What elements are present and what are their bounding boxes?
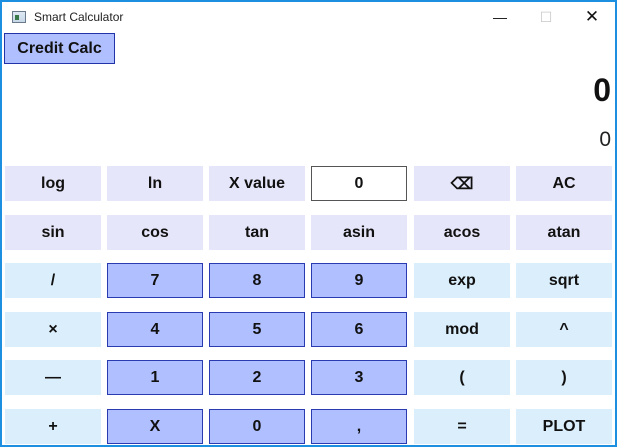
divide-button[interactable]: / <box>5 263 101 298</box>
window-title: Smart Calculator <box>34 10 124 24</box>
calculator-window: Smart Calculator — ☐ ✕ Credit Calc 0 0 l… <box>0 0 617 447</box>
digit-5-button[interactable]: 5 <box>209 312 305 347</box>
plot-button[interactable]: PLOT <box>516 409 612 444</box>
atan-button[interactable]: atan <box>516 215 612 250</box>
digit-9-button[interactable]: 9 <box>311 263 407 298</box>
exp-button[interactable]: exp <box>414 263 510 298</box>
x-value-input[interactable]: 0 <box>311 166 407 201</box>
power-button[interactable]: ^ <box>516 312 612 347</box>
cos-button[interactable]: cos <box>107 215 203 250</box>
sqrt-button[interactable]: sqrt <box>516 263 612 298</box>
digit-7-button[interactable]: 7 <box>107 263 203 298</box>
digit-1-button[interactable]: 1 <box>107 360 203 395</box>
digit-6-button[interactable]: 6 <box>311 312 407 347</box>
digit-0-button[interactable]: 0 <box>209 409 305 444</box>
app-icon <box>12 11 26 23</box>
main-display: 0 <box>593 72 611 108</box>
x-variable-button[interactable]: X <box>107 409 203 444</box>
asin-button[interactable]: asin <box>311 215 407 250</box>
title-bar[interactable]: Smart Calculator — ☐ ✕ <box>2 2 615 32</box>
digit-4-button[interactable]: 4 <box>107 312 203 347</box>
sin-button[interactable]: sin <box>5 215 101 250</box>
x-value-button[interactable]: X value <box>209 166 305 201</box>
acos-button[interactable]: acos <box>414 215 510 250</box>
digit-2-button[interactable]: 2 <box>209 360 305 395</box>
digit-8-button[interactable]: 8 <box>209 263 305 298</box>
digit-3-button[interactable]: 3 <box>311 360 407 395</box>
secondary-display: 0 <box>599 128 611 151</box>
close-paren-button[interactable]: ) <box>516 360 612 395</box>
comma-button[interactable]: , <box>311 409 407 444</box>
mod-button[interactable]: mod <box>414 312 510 347</box>
maximize-button[interactable]: ☐ <box>523 2 569 32</box>
log-button[interactable]: log <box>5 166 101 201</box>
open-paren-button[interactable]: ( <box>414 360 510 395</box>
minimize-button[interactable]: — <box>477 2 523 32</box>
backspace-button[interactable]: ⌫ <box>414 166 510 201</box>
clear-all-button[interactable]: AC <box>516 166 612 201</box>
close-button[interactable]: ✕ <box>569 2 615 32</box>
add-button[interactable]: + <box>5 409 101 444</box>
tan-button[interactable]: tan <box>209 215 305 250</box>
credit-calc-button[interactable]: Credit Calc <box>4 33 115 64</box>
ln-button[interactable]: ln <box>107 166 203 201</box>
multiply-button[interactable]: × <box>5 312 101 347</box>
equals-button[interactable]: = <box>414 409 510 444</box>
subtract-button[interactable]: — <box>5 360 101 395</box>
